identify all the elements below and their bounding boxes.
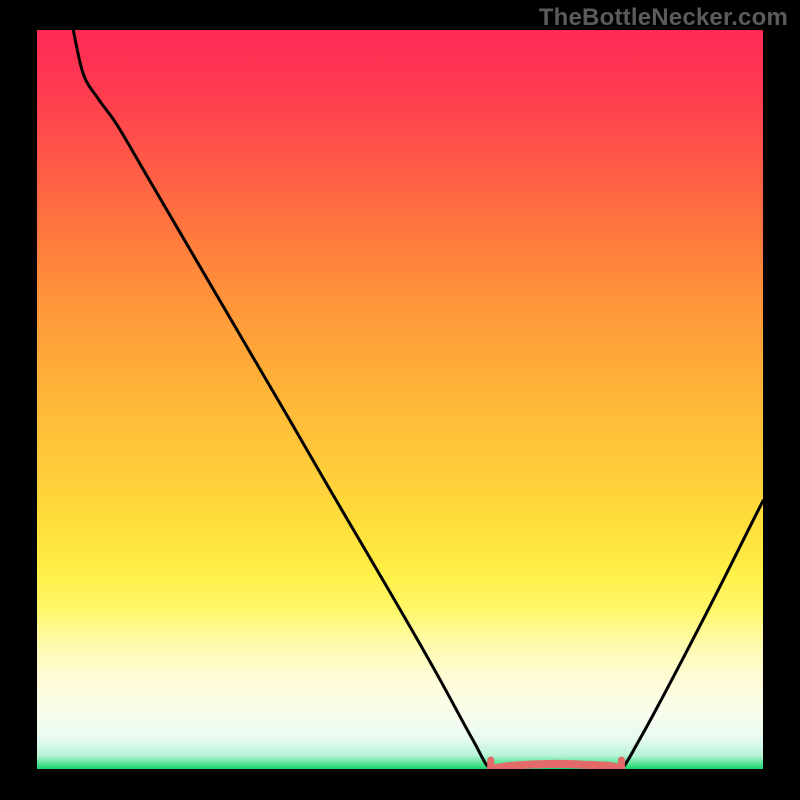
plot-area	[37, 30, 763, 769]
chart-frame: TheBottleNecker.com	[0, 0, 800, 800]
watermark-text: TheBottleNecker.com	[539, 4, 788, 32]
curve-main	[73, 30, 763, 769]
bottleneck-curve	[37, 30, 763, 769]
highlight-valley	[491, 764, 622, 769]
